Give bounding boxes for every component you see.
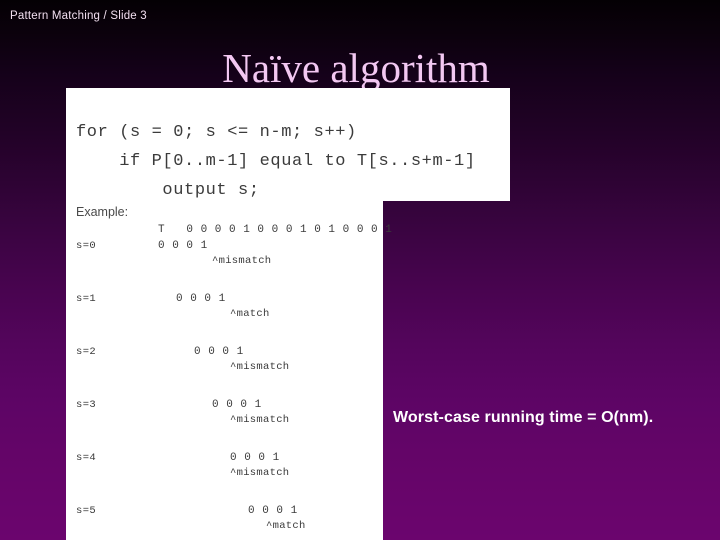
example-panel: Example: T 0 0 0 0 1 0 0 0 1 0 1 0 0 0 1… xyxy=(66,201,392,540)
pattern-line: 0 0 0 1 xyxy=(176,293,226,305)
match-result: ^mismatch xyxy=(230,414,290,426)
slide: Pattern Matching / Slide 3 Naïve algorit… xyxy=(0,0,720,540)
trace-row: s=3 0 0 0 1 ^mismatch xyxy=(66,383,383,436)
match-result: ^match xyxy=(266,520,306,532)
shift-label: s=1 xyxy=(76,293,97,305)
shift-label: s=4 xyxy=(76,452,97,464)
match-result: ^mismatch xyxy=(230,361,290,373)
pattern-line: 0 0 0 1 xyxy=(248,505,298,517)
pseudocode-block: for (s = 0; s <= n-m; s++) if P[0..m-1] … xyxy=(76,123,476,200)
pseudocode-panel: for (s = 0; s <= n-m; s++) if P[0..m-1] … xyxy=(66,88,510,201)
shift-label: s=5 xyxy=(76,505,97,517)
pattern-line: 0 0 0 1 xyxy=(212,399,262,411)
trace-row: s=5 0 0 0 1 ^match xyxy=(66,489,383,540)
breadcrumb: Pattern Matching / Slide 3 xyxy=(10,10,147,22)
trace-row: s=2 0 0 0 1 ^mismatch xyxy=(66,330,383,383)
trace-list: T 0 0 0 0 1 0 0 0 1 0 1 0 0 0 1 s=0 0 0 0 … xyxy=(66,224,392,540)
pattern-line: 0 0 0 1 xyxy=(194,346,244,358)
shift-label: s=3 xyxy=(76,399,97,411)
trace-row: s=1 0 0 0 1 ^match xyxy=(66,277,383,330)
example-label: Example: xyxy=(76,205,129,219)
shift-label: s=2 xyxy=(76,346,97,358)
match-result: ^mismatch xyxy=(230,467,290,479)
worst-case-note: Worst-case running time = O(nm). xyxy=(393,409,654,426)
page-title: Naïve algorithm xyxy=(222,45,490,91)
pattern-line: 0 0 0 1 xyxy=(230,452,280,464)
pattern-line: 0 0 0 1 xyxy=(158,240,208,252)
match-result: ^match xyxy=(230,308,270,320)
trace-row: s=4 0 0 0 1 ^mismatch xyxy=(66,436,383,489)
match-result: ^mismatch xyxy=(212,255,272,267)
shift-label: s=0 xyxy=(76,240,97,252)
text-string-line: T 0 0 0 0 1 0 0 0 1 0 1 0 0 0 1 xyxy=(158,224,393,236)
trace-row: T 0 0 0 0 1 0 0 0 1 0 1 0 0 0 1 s=0 0 0 0 … xyxy=(66,224,392,277)
